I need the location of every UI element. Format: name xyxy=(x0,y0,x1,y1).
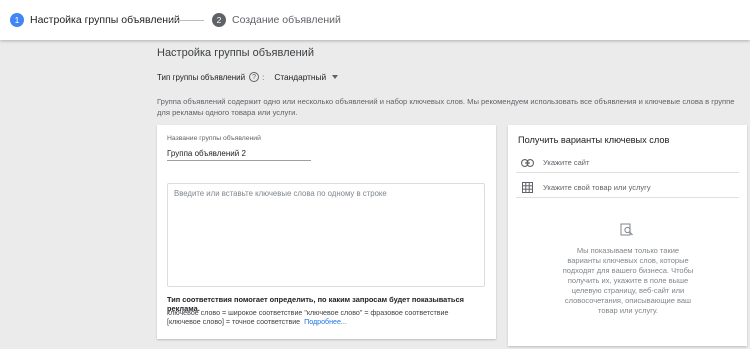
ad-group-type-label: Тип группы объявлений xyxy=(157,72,246,82)
match-type-line-1: ключевое слово = широкое соответствие "к… xyxy=(167,309,449,317)
stepper-header: 1 Настройка группы объявлений 2 Создание… xyxy=(0,0,750,40)
ad-group-type-value: Стандартный xyxy=(274,72,327,82)
website-input[interactable]: Укажите сайт xyxy=(516,153,739,173)
keywords-box xyxy=(167,183,485,287)
product-input[interactable]: Укажите свой товар или услугу xyxy=(516,178,739,198)
step-ad-group-settings[interactable]: 1 Настройка группы объявлений xyxy=(10,13,180,27)
search-document-icon xyxy=(620,223,634,237)
website-placeholder: Укажите сайт xyxy=(543,158,590,167)
keyword-ideas-empty-text: Мы показываем только такие варианты ключ… xyxy=(562,246,694,315)
learn-more-link[interactable]: Подробнее... xyxy=(304,318,347,326)
keywords-textarea[interactable] xyxy=(168,184,484,286)
ad-group-type-row: Тип группы объявлений ? : Стандартный xyxy=(157,72,339,82)
ad-group-card: Название группы объявлений Тип соответст… xyxy=(157,125,496,339)
step-connector xyxy=(168,20,204,21)
page-title: Настройка группы объявлений xyxy=(157,47,314,59)
product-placeholder: Укажите свой товар или услугу xyxy=(543,183,651,192)
product-grid-icon xyxy=(520,181,534,195)
step-number-2: 2 xyxy=(212,13,226,27)
step-create-ads[interactable]: 2 Создание объявлений xyxy=(212,13,341,27)
help-icon[interactable]: ? xyxy=(249,72,260,82)
ad-group-name-input[interactable] xyxy=(167,147,311,161)
keyword-ideas-card: Получить варианты ключевых слов Укажите … xyxy=(508,125,747,346)
ad-group-description: Группа объявлений содержит одно или неск… xyxy=(157,97,735,117)
ad-group-name-label: Название группы объявлений xyxy=(167,135,261,142)
match-type-line-2: [ключевое слово] = точное соответствие По… xyxy=(167,318,347,326)
link-icon xyxy=(520,156,534,170)
type-colon: : xyxy=(262,72,265,82)
chevron-down-icon xyxy=(332,75,339,79)
ad-group-type-select[interactable]: Стандартный xyxy=(274,72,339,82)
step-number-1: 1 xyxy=(10,13,24,27)
step-label-1: Настройка группы объявлений xyxy=(30,14,180,26)
keyword-ideas-title: Получить варианты ключевых слов xyxy=(518,135,670,145)
match-type-exact: [ключевое слово] = точное соответствие xyxy=(167,318,301,326)
step-label-2: Создание объявлений xyxy=(232,14,341,26)
